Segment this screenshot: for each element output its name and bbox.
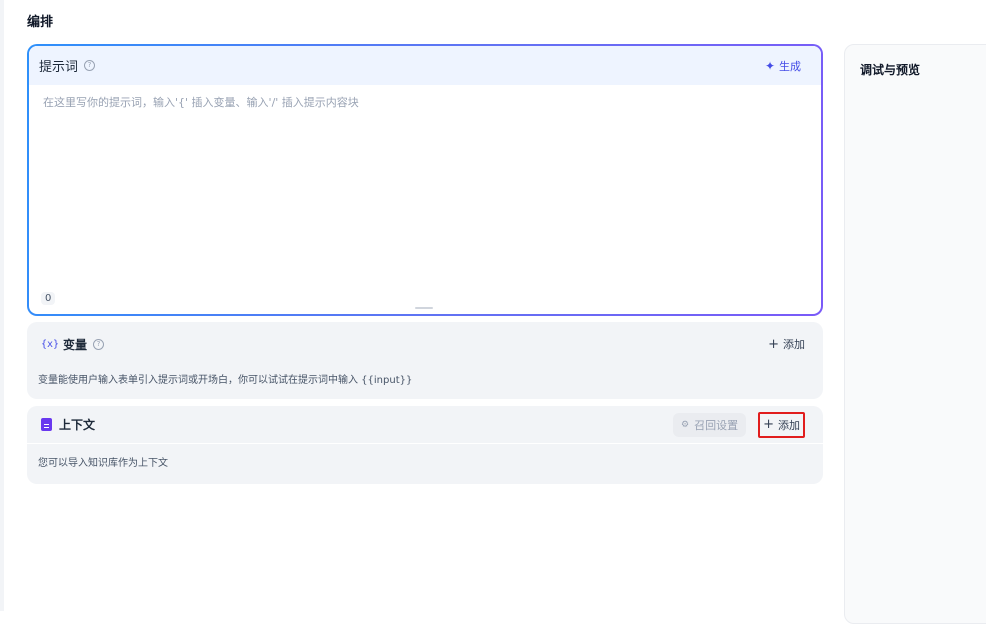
context-title: 上下文 bbox=[59, 418, 96, 432]
help-icon[interactable]: ? bbox=[84, 60, 96, 71]
variables-header: {x} 变量 ? + 添加 bbox=[27, 322, 823, 366]
prompt-editor[interactable]: 在这里写你的提示词，输入'{' 插入变量、输入'/' 插入提示内容块 bbox=[29, 85, 821, 119]
variable-icon: {x} bbox=[41, 338, 60, 350]
variables-panel: {x} 变量 ? + 添加 变量能使用户输入表单引入提示词或开场白，你可以试试在… bbox=[27, 322, 823, 399]
sparkle-icon: ✦ bbox=[764, 58, 775, 73]
add-context-label: 添加 bbox=[778, 418, 800, 432]
prompt-inner: 提示词 ? ✦ 生成 在这里写你的提示词，输入'{' 插入变量、输入'/' 插入… bbox=[29, 46, 821, 314]
add-variable-button[interactable]: + 添加 bbox=[760, 333, 813, 355]
variables-title: 变量 bbox=[63, 337, 88, 352]
context-panel: 上下文 ⚙ 召回设置 + 添加 您可以导入知识库作为上下文 bbox=[27, 406, 823, 484]
resize-handle[interactable] bbox=[415, 307, 433, 309]
context-description: 您可以导入知识库作为上下文 bbox=[38, 458, 168, 469]
recall-settings-button[interactable]: ⚙ 召回设置 bbox=[673, 412, 747, 437]
preview-panel: 调试与预览 bbox=[844, 44, 986, 624]
add-context-button[interactable]: + 添加 bbox=[758, 411, 805, 438]
add-variable-label: 添加 bbox=[783, 338, 805, 351]
help-icon[interactable]: ? bbox=[93, 338, 105, 350]
prompt-panel: 提示词 ? ✦ 生成 在这里写你的提示词，输入'{' 插入变量、输入'/' 插入… bbox=[27, 44, 823, 316]
settings-icon: ⚙ bbox=[681, 419, 690, 430]
plus-icon: + bbox=[768, 336, 779, 352]
recall-settings-label: 召回设置 bbox=[694, 418, 739, 432]
generate-button[interactable]: ✦ 生成 bbox=[755, 55, 811, 77]
plus-icon: + bbox=[763, 417, 774, 432]
document-icon bbox=[41, 418, 52, 431]
char-count: 0 bbox=[41, 292, 56, 305]
prompt-title: 提示词 bbox=[39, 60, 79, 75]
context-header: 上下文 ⚙ 召回设置 + 添加 bbox=[27, 406, 823, 444]
left-edge bbox=[0, 0, 4, 611]
generate-label: 生成 bbox=[779, 59, 801, 73]
variables-description: 变量能使用户输入表单引入提示词或开场白，你可以试试在提示词中输入 {{input… bbox=[38, 375, 413, 386]
preview-title: 调试与预览 bbox=[860, 63, 921, 77]
prompt-header: 提示词 ? ✦ 生成 bbox=[29, 46, 821, 85]
page-title: 编排 bbox=[27, 15, 54, 30]
